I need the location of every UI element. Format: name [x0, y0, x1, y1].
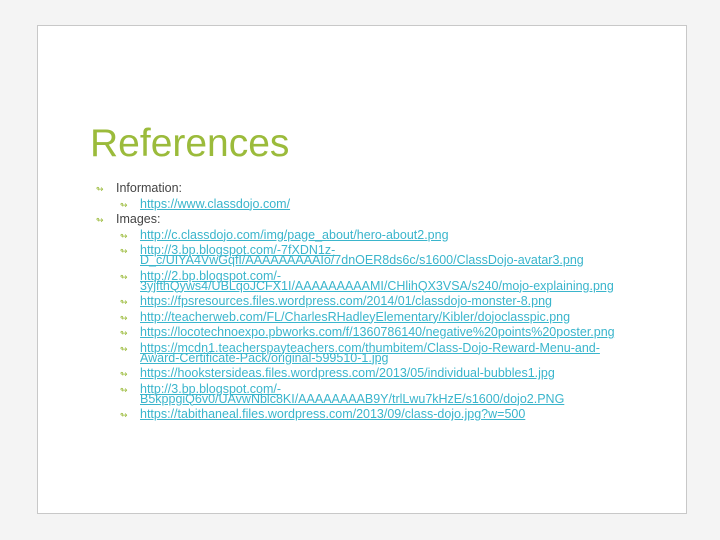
reference-link[interactable]: https://tabithaneal.files.wordpress.com/…: [140, 408, 630, 421]
list-item: ↬ http://2.bp.blogspot.com/- 3yjfthQyws4/U…: [38, 269, 678, 292]
bullet-icon: ↬: [120, 328, 128, 338]
bullet-icon: ↬: [120, 246, 128, 256]
section-label: Images:: [116, 212, 161, 226]
list-item: ↬ https://tabithaneal.files.wordpress.com…: [38, 408, 678, 421]
list-item: ↬ https://locotechnoexpo.pbworks.com/f/13…: [38, 326, 678, 339]
slide: References ↬ Information: ↬ https://www.cla…: [37, 25, 687, 514]
bullet-icon: ↬: [120, 297, 128, 307]
section-heading: ↬ Images:: [38, 212, 678, 226]
bullet-icon: ↬: [96, 184, 104, 194]
reference-link[interactable]: https://locotechnoexpo.pbworks.com/f/136…: [140, 326, 630, 339]
bullet-icon: ↬: [120, 230, 128, 241]
bullet-icon: ↬: [120, 410, 128, 420]
slide-title: References: [90, 122, 290, 165]
bullet-icon: ↬: [120, 369, 128, 379]
list-item: ↬ https://fpsresources.files.wordpress.co…: [38, 295, 678, 308]
bullet-icon: ↬: [120, 199, 128, 210]
bullet-icon: ↬: [120, 271, 128, 282]
list-item: ↬ http://3.bp.blogspot.com/- B5kppgiQ6v0/U…: [38, 382, 678, 405]
reference-link[interactable]: http://teacherweb.com/FL/CharlesRHadleyE…: [140, 310, 630, 323]
list-item: ↬ http://c.classdojo.com/img/page_about/h…: [38, 228, 678, 241]
list-item: ↬ https://hookstersideas.files.wordpress.…: [38, 367, 678, 380]
reference-link[interactable]: https://mcdn1.teacherspayteachers.com/th…: [140, 341, 630, 364]
reference-link[interactable]: http://c.classdojo.com/img/page_about/he…: [140, 228, 630, 241]
reference-list: ↬ Information: ↬ https://www.classdojo.com/…: [38, 181, 678, 425]
reference-link[interactable]: http://3.bp.blogspot.com/-7fXDN1z- D_c/UI…: [140, 244, 630, 267]
list-item: ↬ http://3.bp.blogspot.com/-7fXDN1z- D_c/U…: [38, 244, 678, 267]
bullet-icon: ↬: [120, 343, 128, 354]
list-item: ↬ https://mcdn1.teacherspayteachers.com/t…: [38, 341, 678, 364]
list-item: ↬ http://teacherweb.com/FL/CharlesRHadley…: [38, 310, 678, 323]
reference-link[interactable]: http://2.bp.blogspot.com/- 3yjfthQyws4/UB…: [140, 269, 630, 292]
reference-link[interactable]: https://www.classdojo.com/: [140, 197, 630, 210]
bullet-icon: ↬: [120, 384, 128, 395]
section-label: Information:: [116, 181, 183, 195]
reference-link[interactable]: https://fpsresources.files.wordpress.com…: [140, 295, 630, 308]
bullet-icon: ↬: [120, 312, 128, 323]
bullet-icon: ↬: [96, 215, 104, 225]
reference-link[interactable]: http://3.bp.blogspot.com/- B5kppgiQ6v0/UA…: [140, 382, 630, 405]
section-heading: ↬ Information:: [38, 181, 678, 195]
list-item: ↬ https://www.classdojo.com/: [38, 197, 678, 210]
reference-link[interactable]: https://hookstersideas.files.wordpress.c…: [140, 367, 630, 380]
